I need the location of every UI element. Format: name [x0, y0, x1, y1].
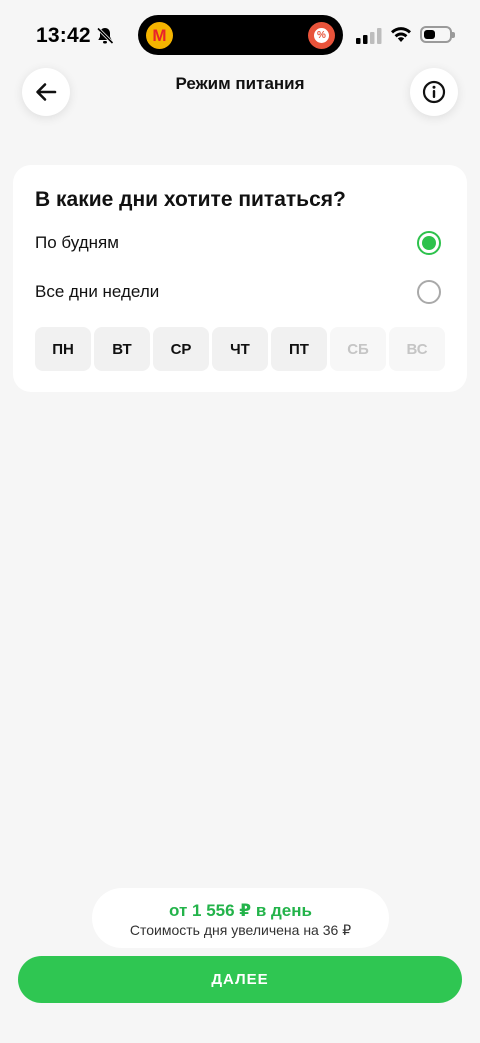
- day-chip-fri[interactable]: ПТ: [271, 327, 327, 371]
- cellular-signal-icon: [356, 28, 382, 44]
- day-chip-tue[interactable]: ВТ: [94, 327, 150, 371]
- option-all-days-label: Все дни недели: [35, 282, 160, 301]
- status-time: 13:42: [36, 24, 91, 47]
- promo-icon-symbol: %: [314, 28, 329, 43]
- option-weekdays[interactable]: По будням: [35, 228, 441, 258]
- promo-icon[interactable]: %: [308, 22, 335, 49]
- price-summary: от 1 556 ₽ в день Стоимость дня увеличен…: [92, 888, 389, 948]
- next-button[interactable]: ДАЛЕЕ: [18, 956, 462, 1003]
- day-chip-sat[interactable]: СБ: [330, 327, 386, 371]
- battery-icon: [420, 26, 455, 43]
- info-icon: [422, 80, 446, 104]
- day-chips: ПН ВТ СР ЧТ ПТ СБ ВС: [35, 327, 445, 371]
- price-note: Стоимость дня увеличена на 36 ₽: [129, 922, 352, 938]
- days-selection-card: В какие дни хотите питаться? По будням В…: [13, 165, 467, 392]
- market-app-icon[interactable]: M: [146, 22, 173, 49]
- option-weekdays-label: По будням: [35, 233, 119, 252]
- day-chip-wed[interactable]: СР: [153, 327, 209, 371]
- screen: 13:42 M % Режим питания В какие дни хоти…: [0, 0, 480, 1043]
- radio-weekdays[interactable]: [417, 231, 441, 255]
- bell-off-icon: [96, 27, 114, 45]
- dynamic-island: M %: [138, 15, 343, 55]
- option-all-days[interactable]: Все дни недели: [35, 277, 441, 307]
- days-question: В какие дни хотите питаться?: [35, 188, 346, 211]
- info-button[interactable]: [410, 68, 458, 116]
- status-bar: 13:42 M %: [0, 0, 480, 70]
- price-per-day: от 1 556 ₽ в день: [169, 901, 312, 920]
- battery-level: [424, 30, 435, 39]
- page-title: Режим питания: [175, 74, 305, 93]
- day-chip-mon[interactable]: ПН: [35, 327, 91, 371]
- day-chip-sun[interactable]: ВС: [389, 327, 445, 371]
- wifi-icon: [391, 27, 411, 42]
- radio-all-days[interactable]: [417, 280, 441, 304]
- day-chip-thu[interactable]: ЧТ: [212, 327, 268, 371]
